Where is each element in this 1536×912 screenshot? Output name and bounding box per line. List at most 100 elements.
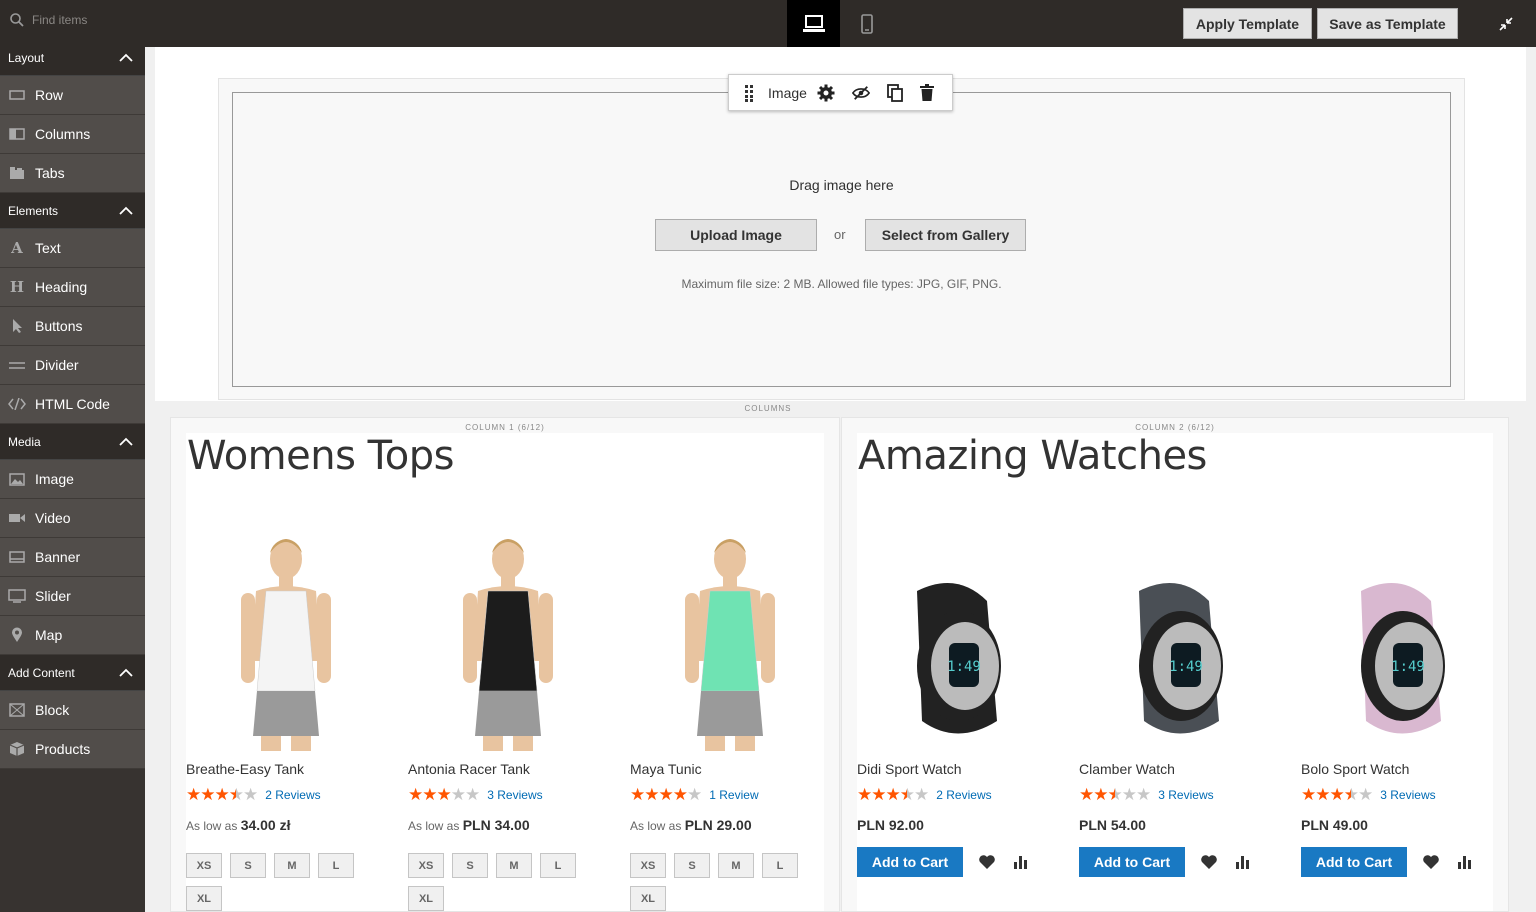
sidebar-item-buttons[interactable]: Buttons	[0, 307, 145, 346]
stage-scrollbar[interactable]	[1526, 47, 1536, 912]
sidebar-group-add-content[interactable]: Add Content	[0, 655, 145, 691]
upload-image-button[interactable]: Upload Image	[655, 219, 817, 251]
sidebar-item-video[interactable]: Video	[0, 499, 145, 538]
product-image[interactable]: 1:49	[1301, 515, 1501, 751]
mobile-view-tab[interactable]	[840, 0, 893, 47]
product-image[interactable]	[630, 515, 830, 751]
chevron-up-icon[interactable]	[119, 435, 133, 449]
product-name-link[interactable]: Clamber Watch	[1079, 761, 1279, 777]
gear-icon[interactable]	[817, 84, 835, 102]
size-swatch[interactable]: XS	[186, 853, 222, 878]
product-rating: ★★★★★ 3 Reviews	[1079, 785, 1279, 805]
product-name-link[interactable]: Didi Sport Watch	[857, 761, 1057, 777]
sidebar: Layout Row Columns Tabs Elements A Text H…	[0, 40, 145, 912]
heading-icon: H	[9, 278, 25, 296]
reviews-link[interactable]: 2 Reviews	[265, 788, 320, 802]
size-swatch[interactable]: S	[674, 853, 710, 878]
wishlist-heart-icon[interactable]	[977, 852, 997, 872]
compare-chart-icon[interactable]	[1011, 852, 1031, 872]
product-name-link[interactable]: Antonia Racer Tank	[408, 761, 608, 777]
add-to-cart-button[interactable]: Add to Cart	[1301, 847, 1407, 877]
column-2[interactable]: COLUMN 2 (6/12) Amazing Watches 1:49 Didi…	[841, 417, 1509, 912]
apply-template-button[interactable]: Apply Template	[1183, 8, 1312, 39]
sidebar-item-label: Heading	[35, 279, 88, 295]
size-swatch[interactable]: XL	[186, 886, 222, 911]
product-price: PLN 92.00	[857, 817, 1057, 833]
sidebar-item-banner[interactable]: Banner	[0, 538, 145, 577]
reviews-link[interactable]: 3 Reviews	[1158, 788, 1213, 802]
size-swatch[interactable]: M	[496, 853, 532, 878]
size-swatch[interactable]: S	[452, 853, 488, 878]
product-item[interactable]: 1:49 Didi Sport Watch ★★★★★ 2 Reviews PLN 92…	[857, 515, 1057, 877]
save-as-template-button[interactable]: Save as Template	[1317, 8, 1458, 39]
trash-icon[interactable]	[920, 83, 935, 102]
search-input[interactable]: Find items	[0, 0, 145, 40]
product-item[interactable]: Antonia Racer Tank ★★★★★ 3 Reviews As low a…	[408, 515, 608, 911]
size-swatch[interactable]: XL	[408, 886, 444, 911]
select-from-gallery-button[interactable]: Select from Gallery	[865, 219, 1026, 251]
product-rating: ★★★★★ 1 Review	[630, 785, 830, 805]
column-1[interactable]: COLUMN 1 (6/12) Womens Tops Breathe-Easy…	[170, 417, 840, 912]
product-image[interactable]: 1:49	[857, 515, 1057, 751]
product-name-link[interactable]: Maya Tunic	[630, 761, 830, 777]
image-dropzone[interactable]: Drag image here Upload Image or Select f…	[232, 92, 1451, 387]
sidebar-item-label: Block	[35, 702, 70, 718]
size-swatch[interactable]: L	[540, 853, 576, 878]
toolbar-label: Image	[768, 84, 807, 101]
sidebar-item-row[interactable]: Row	[0, 76, 145, 115]
drag-handle-icon[interactable]	[741, 84, 756, 102]
sidebar-group-elements[interactable]: Elements	[0, 193, 145, 229]
reviews-link[interactable]: 3 Reviews	[1380, 788, 1435, 802]
duplicate-icon[interactable]	[887, 83, 903, 102]
add-to-cart-button[interactable]: Add to Cart	[857, 847, 963, 877]
reviews-link[interactable]: 3 Reviews	[487, 788, 542, 802]
reviews-link[interactable]: 1 Review	[709, 788, 758, 802]
hide-eye-icon[interactable]	[851, 84, 870, 102]
sidebar-item-image[interactable]: Image	[0, 460, 145, 499]
chevron-up-icon[interactable]	[119, 666, 133, 680]
sidebar-item-divider[interactable]: Divider	[0, 346, 145, 385]
size-swatch[interactable]: M	[718, 853, 754, 878]
size-swatch[interactable]: XS	[408, 853, 444, 878]
compare-chart-icon[interactable]	[1233, 852, 1253, 872]
compare-chart-icon[interactable]	[1455, 852, 1475, 872]
product-image[interactable]	[408, 515, 608, 751]
chevron-up-icon[interactable]	[119, 51, 133, 65]
slider-icon	[8, 588, 26, 604]
sidebar-item-label: Products	[35, 741, 91, 757]
wishlist-heart-icon[interactable]	[1421, 852, 1441, 872]
sidebar-item-heading[interactable]: H Heading	[0, 268, 145, 307]
size-swatch[interactable]: M	[274, 853, 310, 878]
size-swatch[interactable]: S	[230, 853, 266, 878]
product-name-link[interactable]: Bolo Sport Watch	[1301, 761, 1501, 777]
desktop-view-tab[interactable]	[787, 0, 840, 47]
sidebar-group-layout[interactable]: Layout	[0, 40, 145, 76]
columns-label: COLUMNS	[744, 404, 792, 413]
sidebar-item-tabs[interactable]: Tabs	[0, 154, 145, 193]
size-swatch[interactable]: L	[762, 853, 798, 878]
product-image[interactable]	[186, 515, 386, 751]
product-item[interactable]: Maya Tunic ★★★★★ 1 Review As low as PLN 29.…	[630, 515, 830, 911]
add-to-cart-button[interactable]: Add to Cart	[1079, 847, 1185, 877]
product-item[interactable]: Breathe-Easy Tank ★★★★★ 2 Reviews As low as…	[186, 515, 386, 911]
product-image[interactable]: 1:49	[1079, 515, 1279, 751]
sidebar-item-block[interactable]: Block	[0, 691, 145, 730]
sidebar-item-map[interactable]: Map	[0, 616, 145, 655]
collapse-fullscreen-icon[interactable]	[1496, 14, 1516, 34]
wishlist-heart-icon[interactable]	[1199, 852, 1219, 872]
sidebar-item-slider[interactable]: Slider	[0, 577, 145, 616]
product-item[interactable]: 1:49 Bolo Sport Watch ★★★★★ 3 Reviews PLN 49…	[1301, 515, 1501, 877]
sidebar-item-columns[interactable]: Columns	[0, 115, 145, 154]
sidebar-item-products[interactable]: Products	[0, 730, 145, 769]
banner-icon	[8, 549, 26, 565]
size-swatch[interactable]: XL	[630, 886, 666, 911]
sidebar-item-text[interactable]: A Text	[0, 229, 145, 268]
rating-stars: ★★★★★	[1301, 785, 1373, 804]
size-swatch[interactable]: L	[318, 853, 354, 878]
reviews-link[interactable]: 2 Reviews	[936, 788, 991, 802]
product-item[interactable]: 1:49 Clamber Watch ★★★★★ 3 Reviews PLN 54.00…	[1079, 515, 1279, 877]
product-name-link[interactable]: Breathe-Easy Tank	[186, 761, 386, 777]
size-swatch[interactable]: XS	[630, 853, 666, 878]
sidebar-group-media[interactable]: Media	[0, 424, 145, 460]
chevron-up-icon[interactable]	[119, 204, 133, 218]
